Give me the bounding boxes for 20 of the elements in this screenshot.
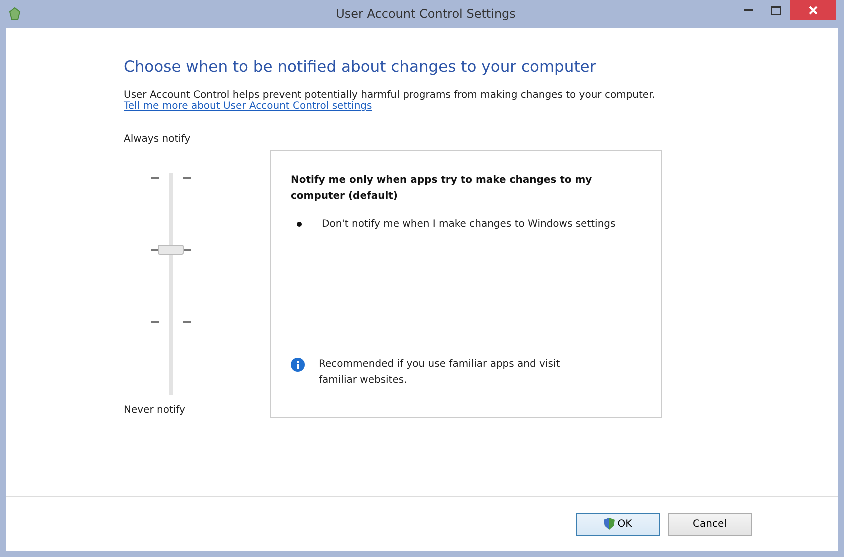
page-heading: Choose when to be notified about changes to your computer	[124, 58, 598, 76]
dialog-button[interactable]: Cancel	[668, 512, 752, 536]
close-button[interactable]	[790, 0, 836, 20]
maximize-icon	[771, 6, 781, 14]
close-icon	[808, 6, 818, 14]
info-icon	[291, 358, 305, 372]
help-link[interactable]: Tell me more about User Account Control settings	[124, 101, 372, 112]
slider-bottom-label: Never notify	[124, 405, 186, 416]
panel-title: Notify me only when apps try to make changes to my computer (default)	[291, 174, 594, 204]
app-icon	[8, 7, 22, 21]
window-title: User Account Control Settings	[336, 7, 516, 21]
bullet-text: Don't notify me when I make changes to Windows settings	[322, 218, 616, 232]
slider-top-label: Always notify	[124, 134, 192, 145]
bullet-icon	[297, 222, 302, 227]
minimize-icon	[744, 8, 752, 12]
slider-thumb[interactable]	[158, 244, 184, 255]
note-text: Recommended if you use familiar apps and visit familiar websites.	[319, 358, 562, 388]
description-text: User Account Control helps prevent potentially harmful programs from making changes to your computer.	[124, 90, 656, 101]
shield-icon	[604, 518, 615, 530]
dialog-button[interactable]: OK	[576, 512, 660, 536]
